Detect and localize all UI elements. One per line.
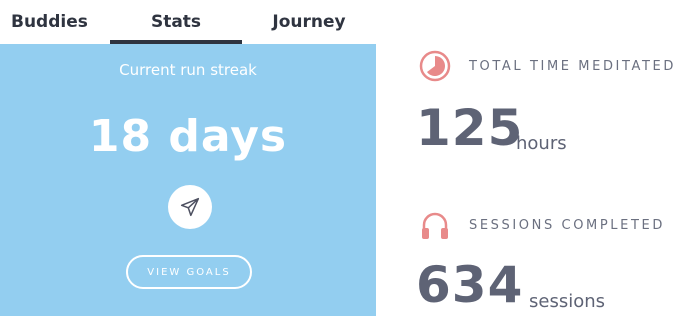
tab-stats[interactable]: Stats xyxy=(110,0,242,44)
tab-buddies[interactable]: Buddies xyxy=(0,0,92,44)
tab-journey[interactable]: Journey xyxy=(242,0,376,44)
stat-unit: sessions xyxy=(529,291,606,312)
tab-bar: Buddies Stats Journey xyxy=(0,0,376,44)
streak-value: 18 days xyxy=(88,111,288,162)
stat-title: SESSIONS COMPLETED xyxy=(469,218,665,233)
paper-plane-icon xyxy=(180,197,200,217)
stat-value: 125 xyxy=(416,99,524,157)
share-button[interactable] xyxy=(168,185,212,229)
streak-label: Current run streak xyxy=(119,61,257,79)
streak-card: Current run streak 18 days VIEW GOALS xyxy=(0,44,376,316)
stat-title: TOTAL TIME MEDITATED xyxy=(469,59,676,74)
view-goals-button[interactable]: VIEW GOALS xyxy=(126,255,252,289)
pie-timer-icon xyxy=(419,50,451,82)
headphones-icon xyxy=(422,212,448,239)
stat-unit: hours xyxy=(516,133,567,154)
stat-value: 634 xyxy=(416,256,524,314)
